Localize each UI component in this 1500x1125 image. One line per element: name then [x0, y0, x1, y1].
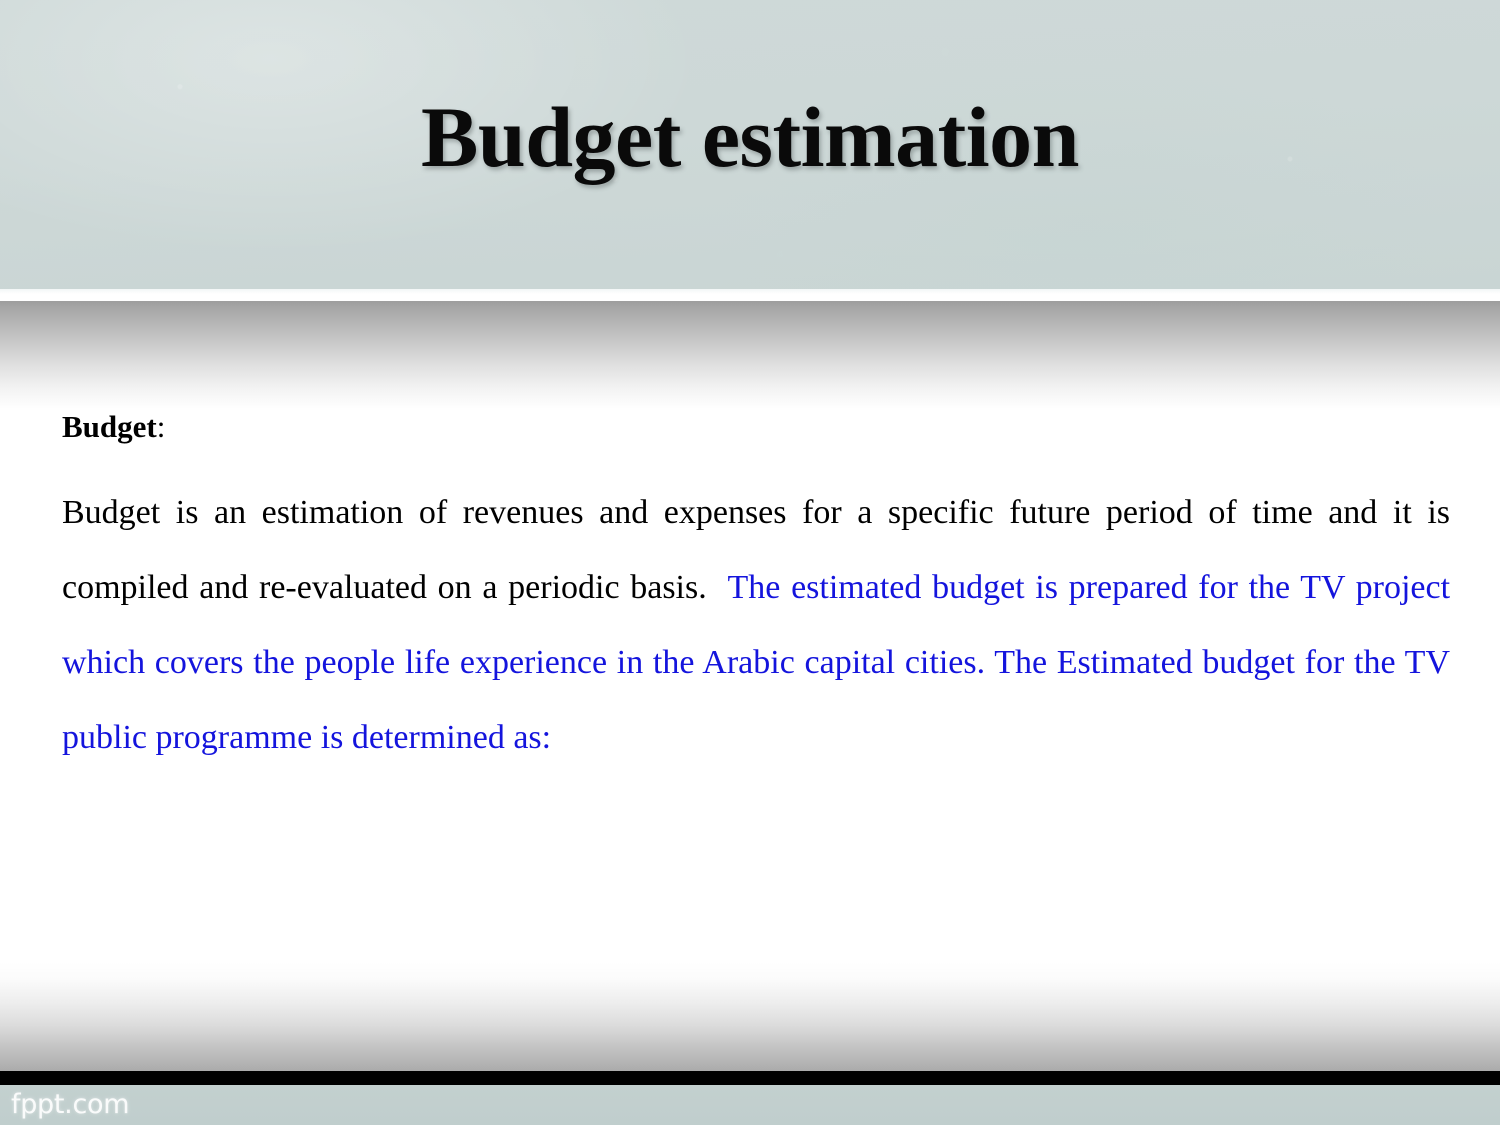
slide-body: Budget: Budget is an estimation of reven… [62, 408, 1450, 775]
bottom-shadow-gradient [0, 962, 1500, 1071]
page-title: Budget estimation [421, 89, 1080, 185]
slide: Budget estimation Budget: Budget is an e… [0, 0, 1500, 1125]
header-separator-highlight [0, 289, 1500, 301]
lead-label-colon: : [156, 409, 166, 444]
lead-label-bold: Budget [62, 409, 157, 444]
header-separator-shadow [0, 301, 1500, 409]
lead-label: Budget: [62, 408, 1450, 445]
footer-band [0, 1085, 1500, 1125]
footer-black-bar [0, 1071, 1500, 1085]
body-paragraph: Budget is an estimation of revenues and … [62, 475, 1450, 775]
footer-watermark: fppt.com [11, 1089, 130, 1120]
